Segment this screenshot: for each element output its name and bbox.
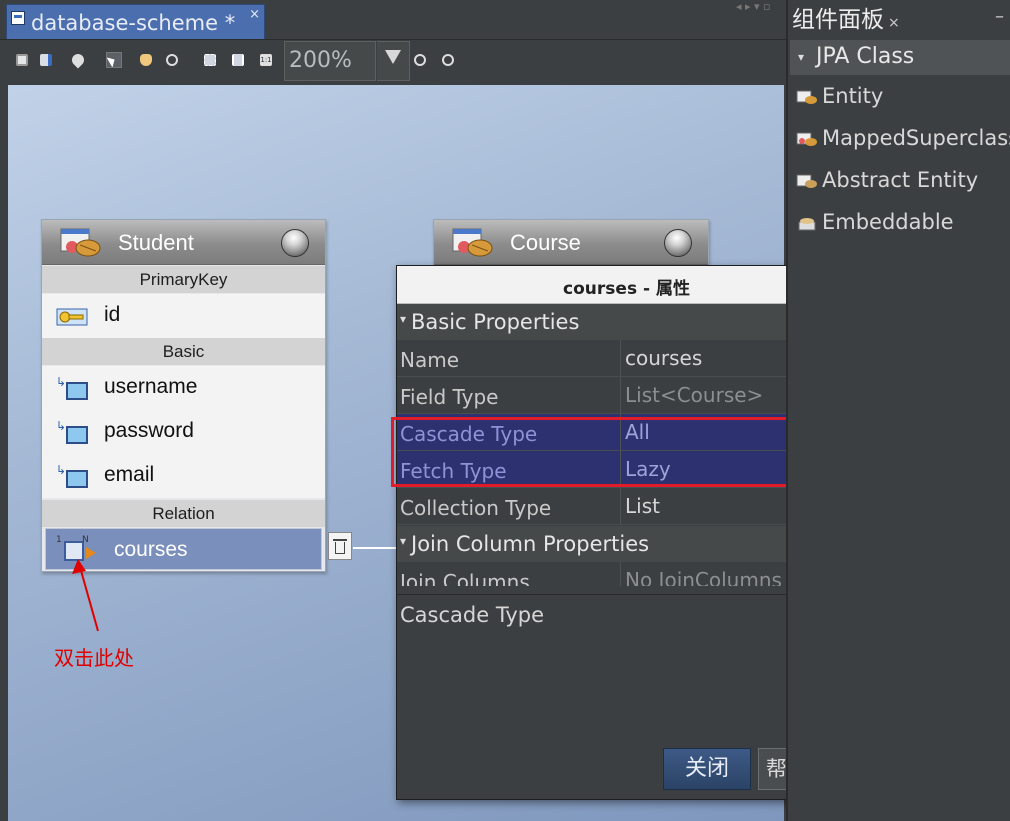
entity-icon [796, 90, 817, 104]
palette-item-label: MappedSuperclass [822, 126, 1010, 150]
editor-tab-strip: database-scheme * × ◂ ▸ ▾ ▫ [0, 0, 786, 40]
property-value[interactable]: No JoinColumns [625, 568, 782, 586]
expand-arrow-icon[interactable]: ▾ [798, 50, 804, 64]
property-row-fetch-type[interactable]: Fetch Type Lazy [397, 451, 843, 488]
property-row-collection-type[interactable]: Collection Type List [397, 488, 843, 525]
zoom-in-icon[interactable] [412, 52, 428, 68]
tab-component-palette[interactable]: 组件面板 × [792, 0, 900, 36]
description-title: Cascade Type [400, 603, 545, 627]
zoom-level-field[interactable]: 200% [284, 41, 376, 81]
diagram-file-icon [11, 11, 25, 25]
fit-page-icon[interactable] [202, 52, 218, 68]
close-button[interactable]: 关闭 [663, 748, 751, 790]
save-icon[interactable] [14, 52, 30, 68]
zoom-region-icon[interactable] [164, 52, 180, 68]
zoom-value: 200% [289, 48, 352, 73]
property-row-name[interactable]: Name courses [397, 340, 843, 377]
property-name: Collection Type [400, 496, 552, 520]
zoom-dropdown-button[interactable] [377, 41, 410, 81]
property-value[interactable]: courses [625, 346, 702, 370]
palette-category-jpa-class[interactable]: ▾ JPA Class [790, 40, 1010, 75]
property-row-cascade-type[interactable]: Cascade Type All [397, 414, 843, 451]
property-row-field-type[interactable]: Field Type List<Course> [397, 377, 843, 414]
property-name: Cascade Type [400, 422, 538, 446]
property-value[interactable]: All [625, 420, 650, 444]
property-sheet: ▾ Basic Properties Name courses Field Ty… [397, 304, 843, 586]
location-pin-icon[interactable] [69, 51, 87, 69]
export-icon[interactable] [38, 52, 54, 68]
category-basic-properties[interactable]: ▾ Basic Properties [397, 304, 843, 340]
embeddable-icon [798, 218, 816, 231]
category-label: JPA Class [816, 44, 915, 69]
palette-item-label: Abstract Entity [822, 168, 979, 192]
tab-close-icon[interactable]: × [249, 7, 260, 22]
property-name: Field Type [400, 385, 499, 409]
palette-tab-label: 组件面板 [792, 7, 884, 33]
close-icon[interactable]: × [888, 15, 900, 31]
property-value: List<Course> [625, 383, 764, 407]
palette-item-label: Embeddable [822, 210, 954, 234]
expand-arrow-icon[interactable]: ▾ [400, 312, 406, 326]
property-name: Join Columns [400, 570, 530, 586]
minimize-icon[interactable]: – [995, 6, 1004, 27]
pan-hand-icon[interactable] [138, 52, 154, 68]
expand-arrow-icon[interactable]: ▾ [400, 534, 406, 548]
property-value[interactable]: List [625, 494, 660, 518]
actual-size-icon[interactable]: 1:1 [258, 52, 274, 68]
zoom-out-icon[interactable] [440, 52, 456, 68]
category-label: Join Column Properties [411, 532, 650, 556]
fit-width-icon[interactable] [230, 52, 246, 68]
abstract-entity-icon [796, 174, 817, 188]
select-pointer-icon[interactable] [106, 52, 122, 68]
property-row-join-columns[interactable]: Join Columns No JoinColumns [397, 562, 843, 586]
diagram-toolbar: 1:1 200% [6, 41, 786, 83]
property-value[interactable]: Lazy [625, 457, 671, 481]
mapped-superclass-icon [796, 132, 817, 146]
tab-label: database-scheme * [31, 11, 236, 35]
chevron-down-icon [385, 50, 401, 64]
property-name: Name [400, 348, 460, 372]
tab-scroll-arrows-icon[interactable]: ◂ ▸ ▾ ▫ [736, 0, 771, 13]
palette-tab-bar: 组件面板 × – [788, 0, 1010, 38]
category-label: Basic Properties [411, 310, 580, 334]
callout-annotation: 双击此处 [54, 646, 134, 670]
component-palette: 组件面板 × – ▾ JPA Class Entity MappedSupercl… [786, 0, 1010, 821]
palette-item-label: Entity [822, 84, 884, 108]
tab-database-scheme[interactable]: database-scheme * × [6, 4, 265, 39]
category-join-column-properties[interactable]: ▾ Join Column Properties [397, 526, 843, 562]
property-name: Fetch Type [400, 459, 507, 483]
